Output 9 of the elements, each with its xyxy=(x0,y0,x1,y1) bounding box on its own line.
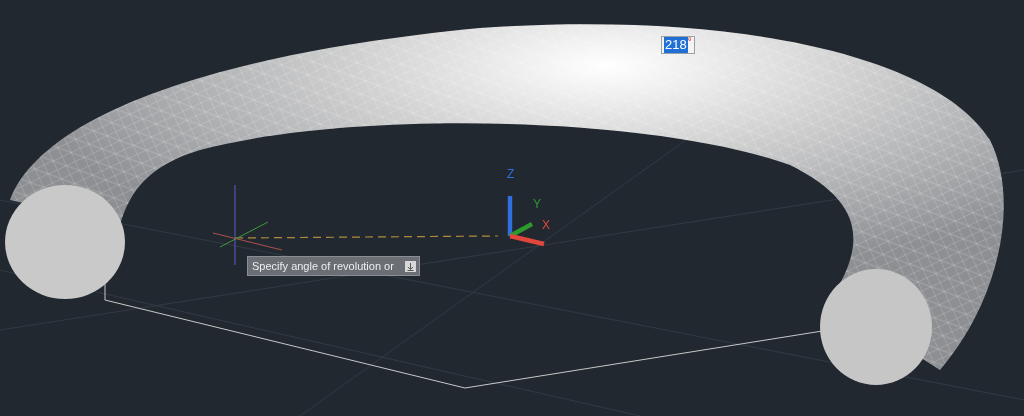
prompt-text: Specify angle of revolution or xyxy=(252,258,394,274)
down-arrow-icon[interactable] xyxy=(405,260,416,272)
drawing-viewport[interactable]: Z Y X 218° Specify angle of revolution or xyxy=(0,0,1024,416)
degree-sign: ° xyxy=(687,37,692,47)
angle-value: 218 xyxy=(664,37,688,53)
angle-input-field[interactable]: 218° xyxy=(661,36,695,54)
axis-label: Y xyxy=(533,197,541,211)
axis-label: X xyxy=(542,218,550,232)
axis-label: Z xyxy=(507,167,515,181)
